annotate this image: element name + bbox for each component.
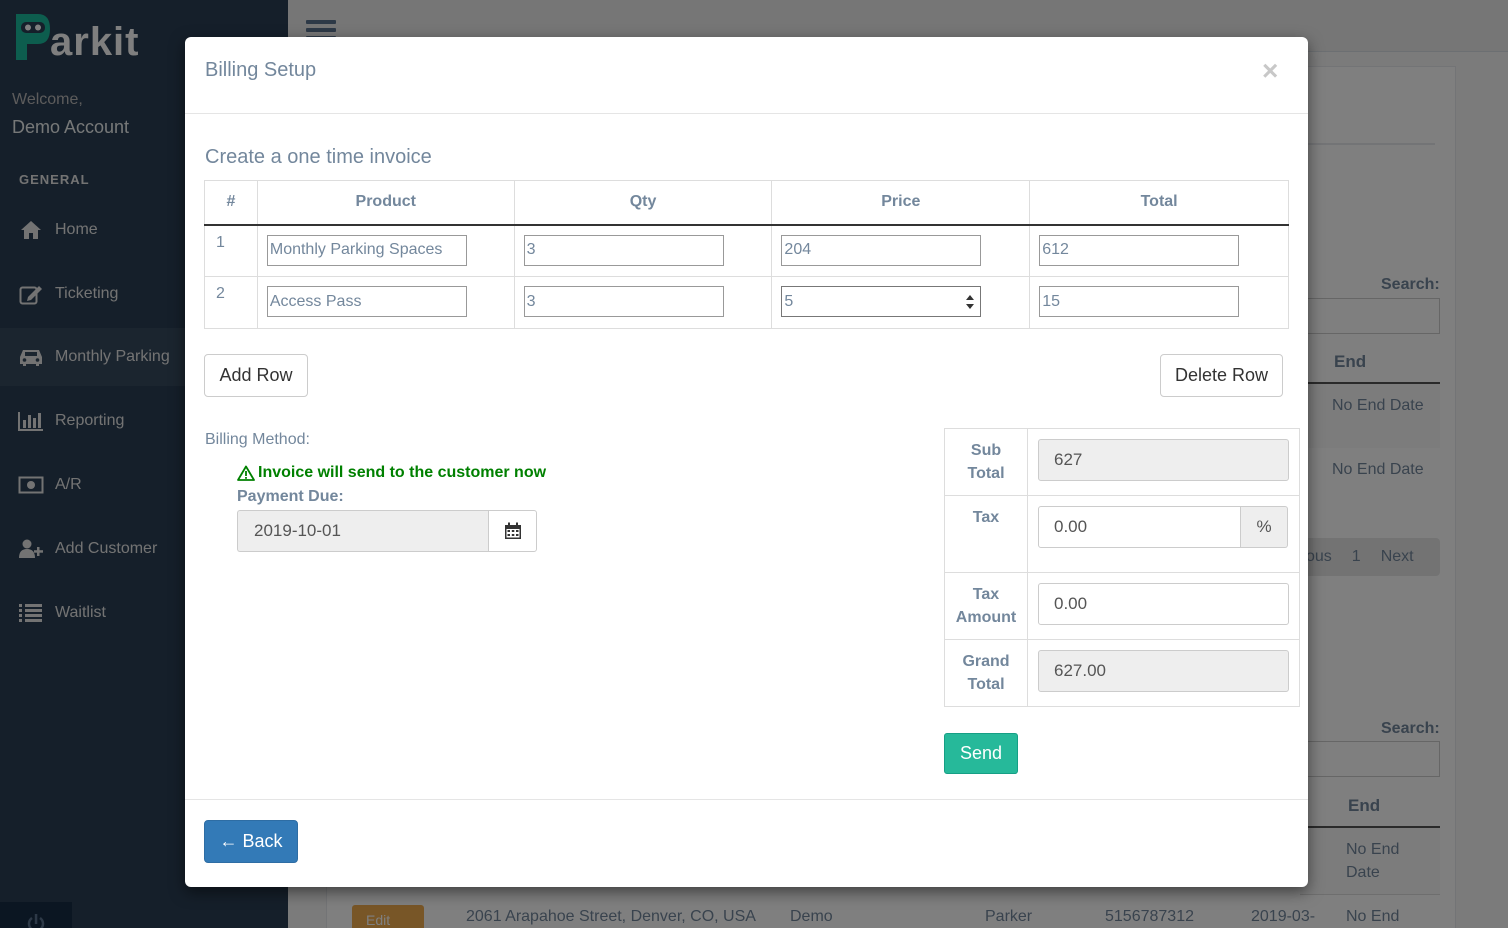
tax-row: Tax 0.00 % <box>944 495 1300 573</box>
close-icon[interactable]: × <box>1262 57 1278 85</box>
qty-input[interactable]: 3 <box>523 286 724 317</box>
percent-addon: % <box>1241 506 1288 548</box>
billing-method-label: Billing Method: <box>205 431 310 448</box>
modal-header: Billing Setup × <box>185 37 1308 114</box>
invoice-notice: Invoice will send to the customer now <box>237 464 546 482</box>
totals-table: Sub Total 627 Tax 0.00 % Tax Amount 0.00 G… <box>944 428 1300 707</box>
invoice-notice-text: Invoice will send to the customer now <box>258 464 547 481</box>
column-header-product: Product <box>256 180 515 226</box>
table-row: 1 Monthly Parking Spaces 3 204 612 <box>204 224 1289 277</box>
billing-setup-modal: Billing Setup × Create a one time invoic… <box>185 37 1308 887</box>
payment-due-picker: 2019-10-01 <box>237 510 537 552</box>
column-header-total: Total <box>1029 180 1289 226</box>
column-header-qty: Qty <box>513 180 773 226</box>
payment-due-label: Payment Due: <box>237 488 344 505</box>
warning-icon <box>237 465 255 481</box>
row-number: 2 <box>204 276 258 329</box>
tax-label: Tax <box>944 495 1028 573</box>
subtotal-label: Sub Total <box>944 428 1028 496</box>
send-button[interactable]: Send <box>944 733 1018 774</box>
calendar-button[interactable] <box>488 510 537 552</box>
subtotal-row: Sub Total 627 <box>944 428 1300 496</box>
tax-input[interactable]: 0.00 <box>1038 506 1241 548</box>
qty-input[interactable]: 3 <box>523 234 724 266</box>
price-value: 5 <box>784 292 794 310</box>
tax-input-group: 0.00 % <box>1038 506 1289 548</box>
row-number: 1 <box>204 224 258 277</box>
price-input[interactable]: 204 <box>781 234 982 266</box>
total-input[interactable]: 612 <box>1039 234 1240 266</box>
payment-due-input[interactable]: 2019-10-01 <box>237 510 488 552</box>
delete-row-button[interactable]: Delete Row <box>1160 354 1283 397</box>
price-input[interactable]: 5 <box>781 286 982 317</box>
tax-amount-input[interactable]: 0.00 <box>1038 583 1289 625</box>
modal-footer: ← Back <box>185 799 1308 887</box>
calendar-icon <box>504 522 521 539</box>
invoice-subtitle: Create a one time invoice <box>205 146 432 168</box>
modal-title: Billing Setup <box>205 59 317 81</box>
product-input[interactable]: Access Pass <box>266 286 467 317</box>
product-input[interactable]: Monthly Parking Spaces <box>266 234 467 266</box>
add-row-button[interactable]: Add Row <box>204 354 308 397</box>
back-button[interactable]: ← Back <box>204 820 298 863</box>
grand-total-label: Grand Total <box>944 639 1028 707</box>
total-input[interactable]: 15 <box>1039 286 1240 317</box>
subtotal-field: 627 <box>1038 439 1289 481</box>
number-spinner-icon[interactable] <box>963 291 977 313</box>
grand-total-field: 627.00 <box>1038 650 1289 692</box>
tax-amount-label: Tax Amount <box>944 572 1028 640</box>
table-row: 2 Access Pass 3 5 15 <box>204 276 1289 329</box>
grand-total-row: Grand Total 627.00 <box>944 639 1300 707</box>
invoice-items-table: # Product Qty Price Total 1 Monthly Park… <box>204 180 1289 329</box>
tax-amount-row: Tax Amount 0.00 <box>944 572 1300 640</box>
column-header-price: Price <box>771 180 1031 226</box>
column-header-number: # <box>204 180 258 226</box>
